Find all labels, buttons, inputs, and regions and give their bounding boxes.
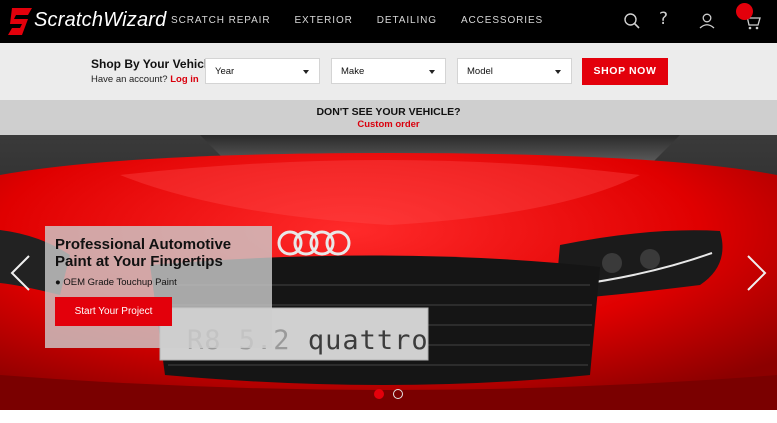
- vehicle-selector: Shop By Your Vehicle Have an account? Lo…: [0, 43, 777, 100]
- custom-order-link[interactable]: Custom order: [0, 119, 777, 130]
- hero-promo-card: Professional Automotive Paint at Your Fi…: [45, 226, 272, 348]
- chevron-down-icon: [429, 70, 435, 74]
- nav-item-exterior[interactable]: EXTERIOR: [294, 15, 352, 26]
- start-project-button[interactable]: Start Your Project: [55, 297, 172, 326]
- promo-bullet: ● OEM Grade Touchup Paint: [55, 277, 177, 288]
- nav-item-detailing[interactable]: DETAILING: [377, 15, 437, 26]
- brand-logo[interactable]: ScratchWizard: [6, 5, 166, 37]
- year-select-value: Year: [215, 66, 235, 77]
- model-select-value: Model: [467, 66, 493, 77]
- logo-wordmark: ScratchWizard: [34, 9, 167, 31]
- top-navigation-bar: ScratchWizard SCRATCH REPAIR EXTERIOR DE…: [0, 0, 777, 43]
- nav-item-accessories[interactable]: ACCESSORIES: [461, 15, 543, 26]
- account-icon[interactable]: [697, 11, 717, 31]
- custom-order-banner: DON'T SEE YOUR VEHICLE? Custom order: [0, 100, 777, 135]
- hero-carousel: R8 5.2 quattro Professional Automotive P…: [0, 135, 777, 410]
- chevron-down-icon: [303, 70, 309, 74]
- account-prompt-text: Have an account?: [91, 74, 168, 85]
- plate-right-text: quattro: [307, 325, 429, 356]
- custom-order-title: DON'T SEE YOUR VEHICLE?: [316, 106, 461, 118]
- carousel-dot-1[interactable]: [374, 389, 384, 399]
- chevron-down-icon: [555, 70, 561, 74]
- search-icon[interactable]: [622, 11, 642, 31]
- nav-item-scratch-repair[interactable]: SCRATCH REPAIR: [171, 15, 270, 26]
- chevron-left-icon[interactable]: [8, 253, 32, 293]
- login-link[interactable]: Log in: [170, 74, 199, 85]
- carousel-dot-2[interactable]: [393, 389, 403, 399]
- main-menu: SCRATCH REPAIR EXTERIOR DETAILING ACCESS…: [171, 15, 567, 26]
- help-icon[interactable]: ?: [659, 9, 668, 29]
- promo-title: Professional Automotive Paint at Your Fi…: [55, 236, 232, 270]
- make-select-value: Make: [341, 66, 365, 77]
- cart-badge: [736, 3, 753, 20]
- logo-mark-icon: [8, 8, 32, 35]
- year-select[interactable]: Year: [205, 58, 320, 84]
- vehicle-selector-title: Shop By Your Vehicle: [91, 57, 214, 71]
- model-select[interactable]: Model: [457, 58, 572, 84]
- make-select[interactable]: Make: [331, 58, 446, 84]
- shop-now-button[interactable]: SHOP NOW: [582, 58, 668, 85]
- chevron-right-icon[interactable]: [745, 253, 769, 293]
- account-prompt: Have an account? Log in: [91, 74, 199, 85]
- page-bottom-band: [0, 410, 777, 423]
